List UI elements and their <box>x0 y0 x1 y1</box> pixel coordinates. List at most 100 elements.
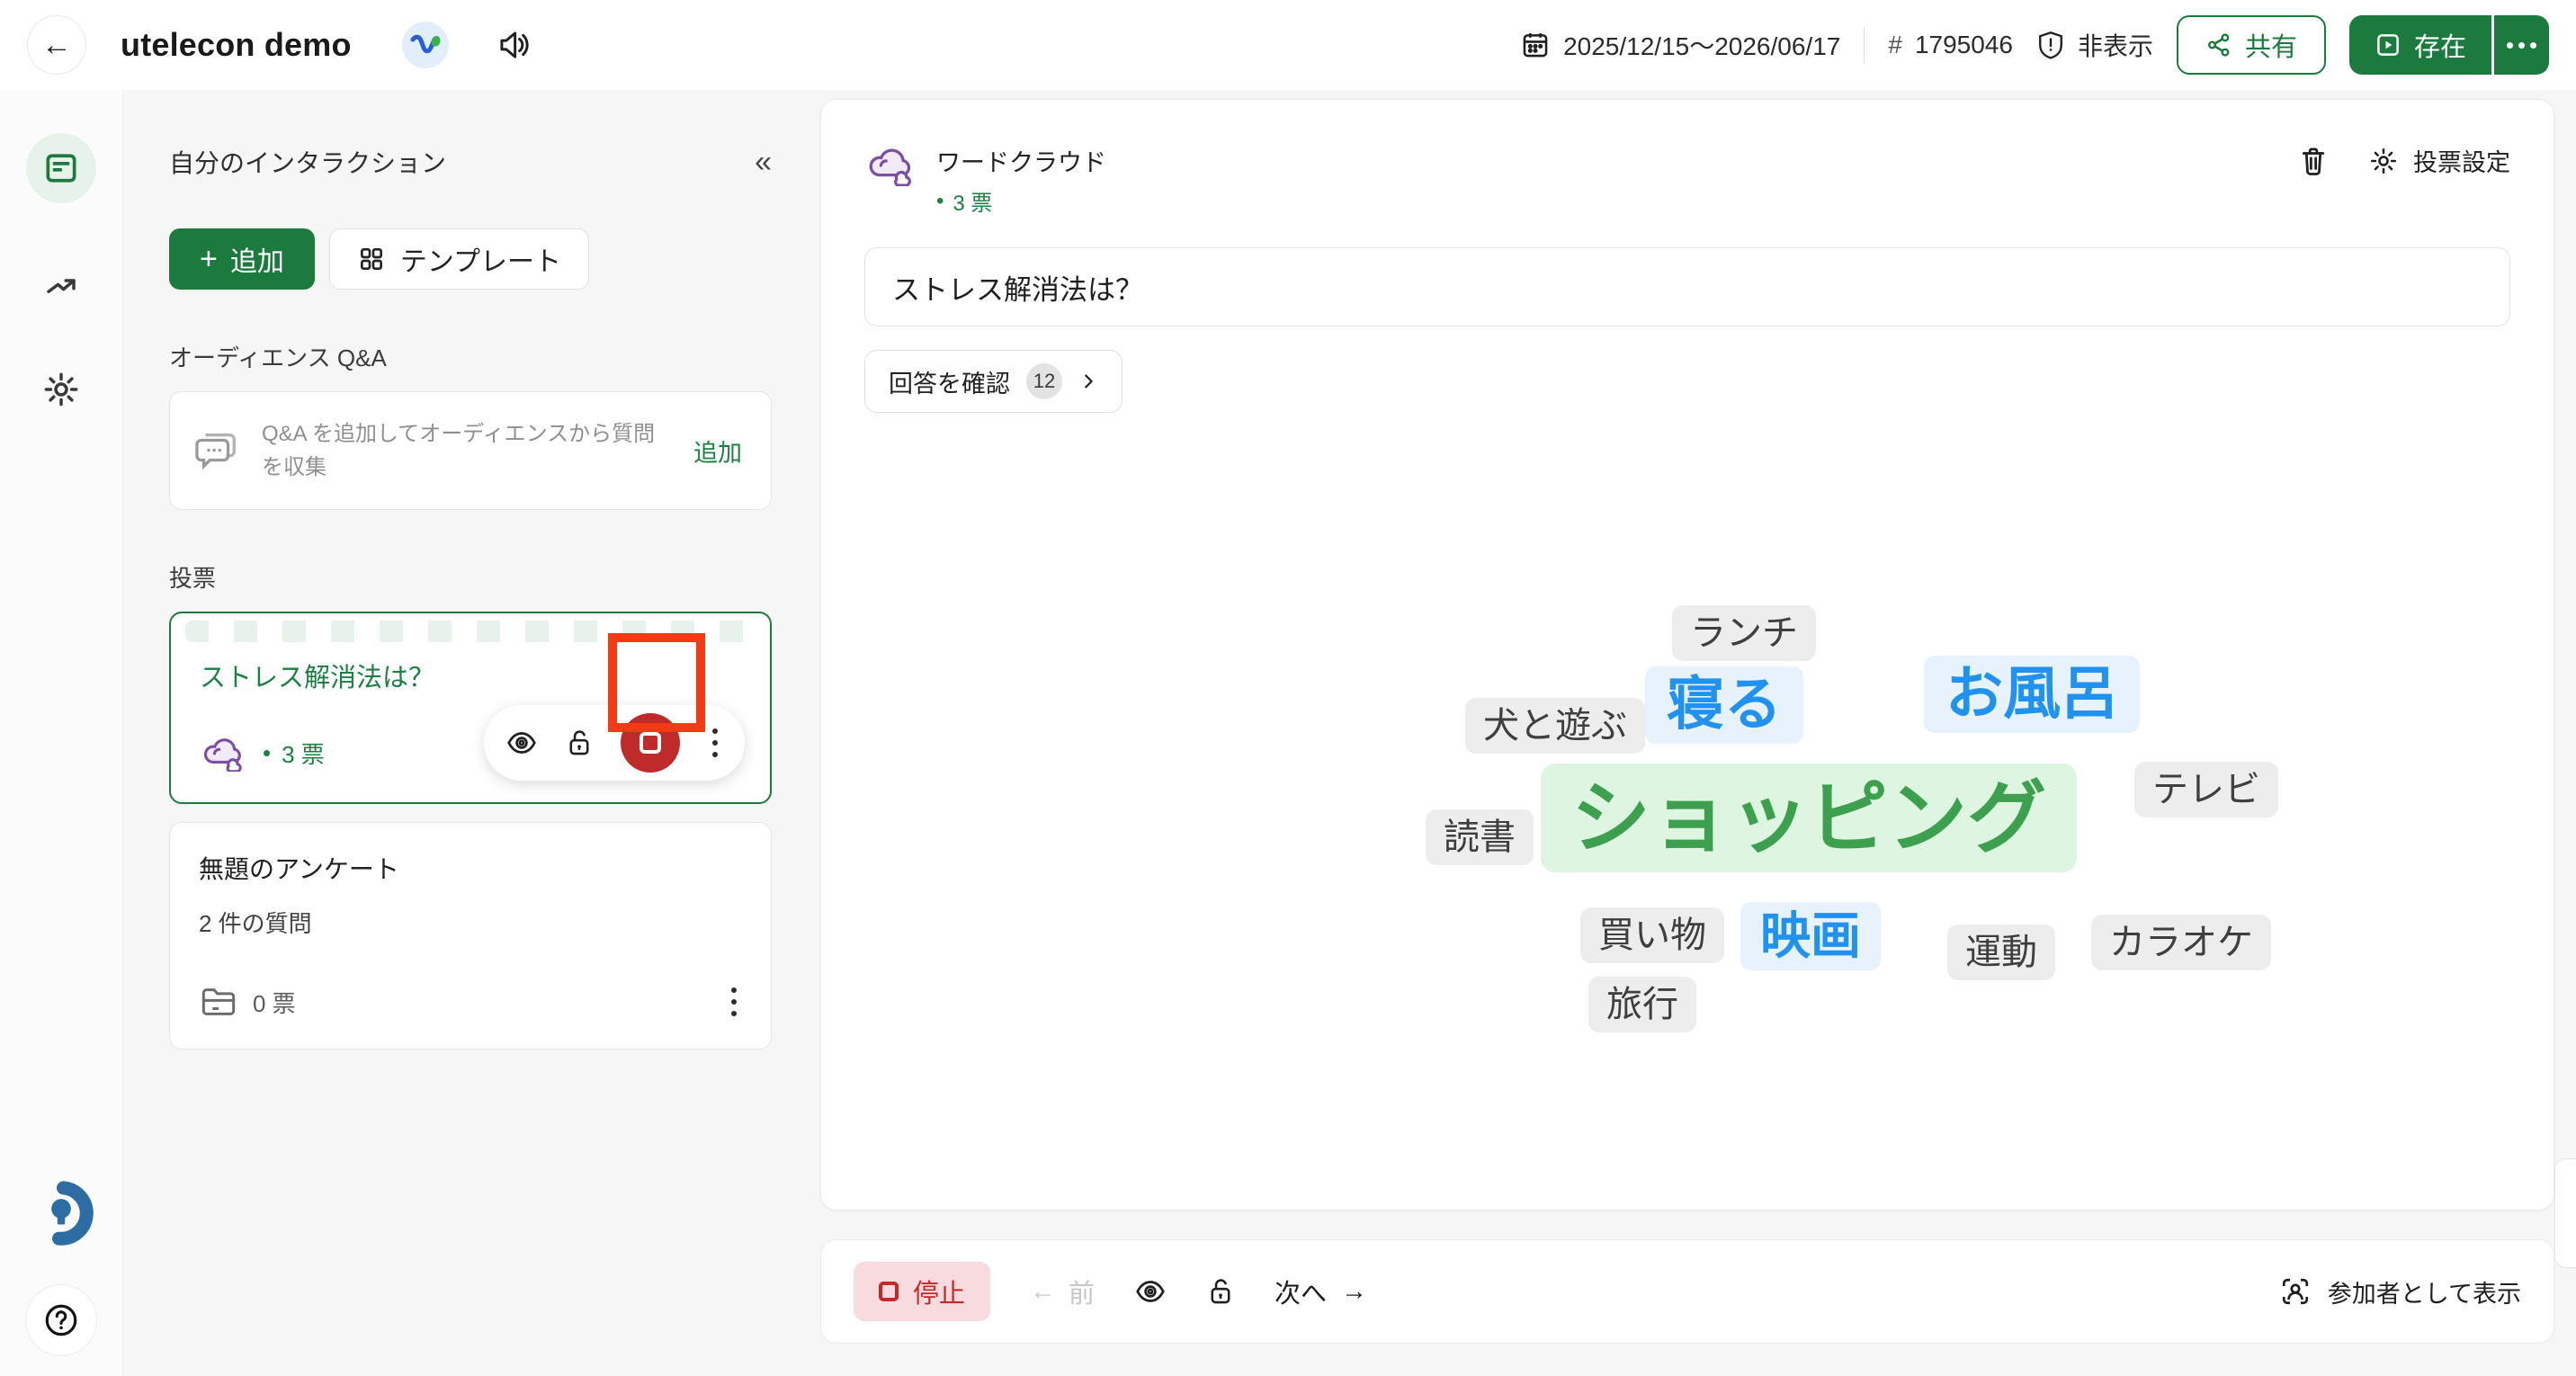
footer-eye-icon[interactable] <box>1134 1278 1167 1305</box>
panel-votes-label: 3 票 <box>953 185 992 217</box>
add-button-label: 追加 <box>230 239 284 279</box>
visibility-status[interactable]: 非表示 <box>2036 27 2153 63</box>
rail-item-interactions[interactable] <box>26 133 96 203</box>
word-cloud-word: 映画 <box>1740 902 1881 970</box>
next-button[interactable]: 次へ → <box>1275 1273 1367 1310</box>
gear-icon <box>2368 146 2399 176</box>
question-mark-icon <box>42 1301 80 1339</box>
interactions-panel-icon <box>41 148 81 188</box>
gear-icon <box>42 371 80 408</box>
poll-card-survey[interactable]: 無題のアンケート 2 件の質問 0 票 <box>169 822 772 1050</box>
header-right: 2025/12/15～2026/06/17 # 1795046 非表示 <box>1520 15 2549 75</box>
previous-label: 前 <box>1069 1273 1095 1310</box>
live-dot-icon: • <box>936 189 944 214</box>
add-interaction-button[interactable]: + 追加 <box>169 228 315 290</box>
word-cloud-word: 運動 <box>1947 925 2055 980</box>
back-arrow-icon: ← <box>41 28 72 63</box>
event-dates: 2025/12/15～2026/06/17 <box>1520 27 1840 63</box>
present-button-group: 存在 <box>2349 15 2549 75</box>
template-button[interactable]: テンプレート <box>329 228 589 290</box>
delete-poll-trash-icon[interactable] <box>2298 144 2329 178</box>
poll-title: ストレス解消法は？ <box>200 657 741 694</box>
check-answers-button[interactable]: 回答を確認 12 <box>864 350 1123 413</box>
shield-alert-icon <box>2036 30 2065 60</box>
share-icon <box>2205 31 2232 58</box>
help-button[interactable] <box>25 1284 97 1356</box>
announcement-speaker-icon[interactable] <box>496 29 532 61</box>
qa-empty-text: Q&A を追加してオーディエンスから質問を収集 <box>262 417 668 484</box>
rail-item-analytics[interactable] <box>42 268 80 306</box>
live-indicator-stripe <box>185 621 756 642</box>
wordcloud-type-icon <box>200 734 246 772</box>
hidden-label: 非表示 <box>2078 27 2153 63</box>
rail-bottom <box>25 1177 97 1376</box>
word-cloud-word: ランチ <box>1672 605 1816 661</box>
rail-item-settings[interactable] <box>42 371 80 408</box>
slido-logo-icon <box>25 1177 97 1254</box>
webex-logo-icon[interactable] <box>402 22 449 68</box>
question-input[interactable]: ストレス解消法は？ <box>864 247 2510 326</box>
poll-votes: • 3 票 <box>263 737 325 770</box>
previous-button[interactable]: ← 前 <box>1030 1273 1095 1310</box>
poll-hover-toolbar <box>484 705 745 781</box>
presentation-footer: 停止 ← 前 次へ → <box>820 1239 2554 1344</box>
page-title: utelecon demo <box>121 26 352 64</box>
stop-poll-button[interactable] <box>621 713 680 773</box>
word-cloud-word: 買い物 <box>1580 907 1724 963</box>
poll-settings-button[interactable]: 投票設定 <box>2368 143 2510 178</box>
survey-menu-kebab-icon[interactable] <box>726 982 742 1022</box>
lock-open-icon[interactable] <box>565 728 594 758</box>
qa-add-link[interactable]: 追加 <box>688 433 747 469</box>
scroll-edge-tab[interactable] <box>2554 1158 2576 1268</box>
share-button[interactable]: 共有 <box>2177 15 2326 75</box>
sidebar-actions: + 追加 テンプレート <box>169 228 772 290</box>
next-label: 次へ <box>1275 1273 1327 1310</box>
qa-empty-card: Q&A を追加してオーディエンスから質問を収集 追加 <box>169 391 772 510</box>
present-button-label: 存在 <box>2414 26 2466 64</box>
folder-icon <box>199 984 238 1020</box>
survey-title: 無題のアンケート <box>199 850 742 886</box>
poll-votes-label: 3 票 <box>282 737 325 770</box>
word-cloud-word: 犬と遊ぶ <box>1465 698 1645 754</box>
footer-lock-open-icon[interactable] <box>1206 1276 1235 1307</box>
template-grid-icon <box>357 245 386 273</box>
present-button[interactable]: 存在 <box>2349 15 2491 75</box>
stop-square-icon <box>879 1282 899 1301</box>
word-cloud: ランチ寝るお風呂犬と遊ぶテレビショッピング読書買い物映画運動カラオケ旅行 <box>821 578 2555 1172</box>
view-as-participant-label: 参加者として表示 <box>2328 1274 2521 1309</box>
poll-card-active[interactable]: ストレス解消法は？ • 3 票 <box>169 612 772 804</box>
word-cloud-word: 読書 <box>1426 809 1534 865</box>
word-cloud-word: お風呂 <box>1924 656 2140 733</box>
chat-bubbles-icon <box>193 428 242 473</box>
hash-icon: # <box>1888 31 1902 59</box>
main-panel: ワードクラウド • 3 票 <box>820 99 2554 1211</box>
word-cloud-word: テレビ <box>2134 762 2278 818</box>
event-code-text: 1795046 <box>1915 31 2013 59</box>
header-more-button[interactable] <box>2491 15 2549 75</box>
more-dots-icon <box>2507 42 2513 49</box>
survey-subtitle: 2 件の質問 <box>199 906 742 939</box>
qa-section-label: オーディエンス Q&A <box>169 340 772 373</box>
poll-menu-kebab-icon[interactable] <box>707 723 723 763</box>
back-button[interactable]: ← <box>27 15 86 75</box>
collapse-sidebar-icon[interactable]: « <box>755 147 772 177</box>
answers-count-badge: 12 <box>1026 363 1062 399</box>
survey-votes-label: 0 票 <box>253 986 296 1019</box>
footer-stop-button[interactable]: 停止 <box>854 1262 990 1321</box>
wordcloud-type-icon-large <box>864 143 917 186</box>
left-rail <box>0 90 123 1376</box>
polls-section-label: 投票 <box>169 560 772 594</box>
app-root: ← utelecon demo <box>0 0 2576 1376</box>
arrow-left-icon: ← <box>1030 1277 1056 1307</box>
trending-up-icon <box>42 268 80 306</box>
hide-results-eye-icon[interactable] <box>505 729 538 756</box>
share-button-label: 共有 <box>2245 26 2297 64</box>
check-answers-label: 回答を確認 <box>889 364 1010 399</box>
calendar-icon <box>1520 30 1551 60</box>
view-as-participant-button[interactable]: 参加者として表示 <box>2279 1274 2521 1309</box>
chevron-right-icon <box>1078 371 1098 391</box>
event-code: # 1795046 <box>1888 31 2013 59</box>
question-text: ストレス解消法は？ <box>892 267 1143 308</box>
divider <box>1864 27 1865 63</box>
sidebar-heading: 自分のインタラクション <box>169 144 446 180</box>
